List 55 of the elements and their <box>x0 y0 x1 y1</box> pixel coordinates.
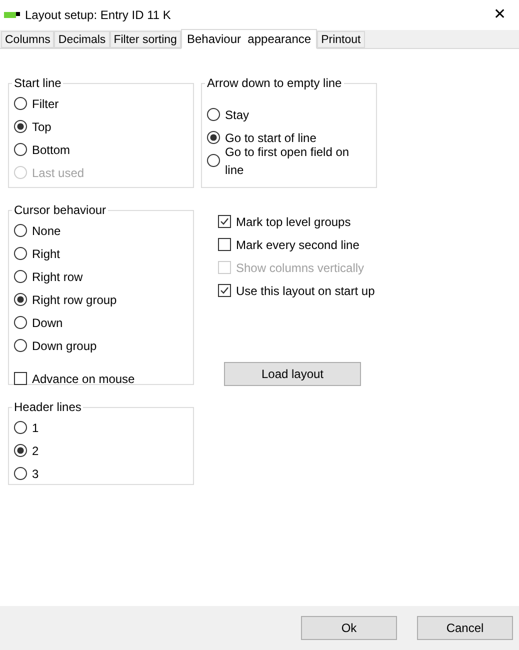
radio-label: Go to first open field on line <box>225 144 350 178</box>
radio-button[interactable] <box>14 97 27 110</box>
radio-label: 2 <box>32 442 39 460</box>
radio-label: Right row <box>32 268 83 286</box>
tab[interactable]: Printout <box>317 31 365 48</box>
checkbox-label: Advance on mouse <box>32 370 135 388</box>
radio-button[interactable] <box>14 143 27 156</box>
tab[interactable]: Decimals <box>54 31 110 48</box>
radio-button[interactable] <box>14 293 27 306</box>
radio-button[interactable] <box>14 421 27 434</box>
radio-button[interactable] <box>14 224 27 237</box>
tab[interactable]: Columns <box>1 31 54 48</box>
tab[interactable]: Filter sorting <box>110 31 181 48</box>
group-title: Header lines <box>13 399 82 416</box>
radio-button[interactable] <box>14 270 27 283</box>
checkbox[interactable] <box>218 284 231 297</box>
radio-button[interactable] <box>14 444 27 457</box>
radio-button[interactable] <box>14 120 27 133</box>
radio-button[interactable] <box>207 154 220 167</box>
checkbox-label: Use this layout on start up <box>236 282 375 300</box>
radio-label: 3 <box>32 466 39 482</box>
checkbox-label: Show columns vertically <box>236 260 364 276</box>
radio-label: Right row group <box>32 292 117 308</box>
radio-button[interactable] <box>207 108 220 121</box>
radio-label: Filter <box>32 96 59 112</box>
radio-button[interactable] <box>14 316 27 329</box>
radio-button[interactable] <box>207 131 220 144</box>
group-title: Cursor behaviour <box>13 202 108 219</box>
radio-label: Go to start of line <box>225 130 316 146</box>
dialog-button[interactable]: Cancel <box>417 616 513 640</box>
window-title: Layout setup: Entry ID 11 K <box>25 7 171 24</box>
checkbox[interactable] <box>218 215 231 228</box>
radio-label: Down <box>32 314 63 332</box>
radio-label: Last used <box>32 164 84 182</box>
checkbox[interactable] <box>218 238 231 251</box>
radio-label: Bottom <box>32 142 70 158</box>
radio-button[interactable] <box>14 339 27 352</box>
checkbox[interactable] <box>14 372 27 385</box>
radio-label: Right <box>32 246 60 262</box>
load-layout-button[interactable]: Load layout <box>224 362 361 386</box>
dialog-button[interactable]: Ok <box>301 616 397 640</box>
radio-button[interactable] <box>14 467 27 480</box>
radio-label: 1 <box>32 420 39 436</box>
group-title: Arrow down to empty line <box>206 75 343 92</box>
radio-label: Stay <box>225 106 250 124</box>
checkbox-label: Mark every second line <box>236 236 360 254</box>
checkbox-label: Mark top level groups <box>236 214 351 230</box>
radio-label: None <box>32 222 61 240</box>
group-title: Start line <box>13 75 62 92</box>
radio-label: Top <box>32 118 52 136</box>
radio-button[interactable] <box>14 247 27 260</box>
app-icon <box>4 12 20 18</box>
radio-label: Down group <box>32 338 97 354</box>
close-button[interactable]: ✕ <box>485 4 515 26</box>
tab[interactable]: Behaviour appearance <box>180 29 318 49</box>
